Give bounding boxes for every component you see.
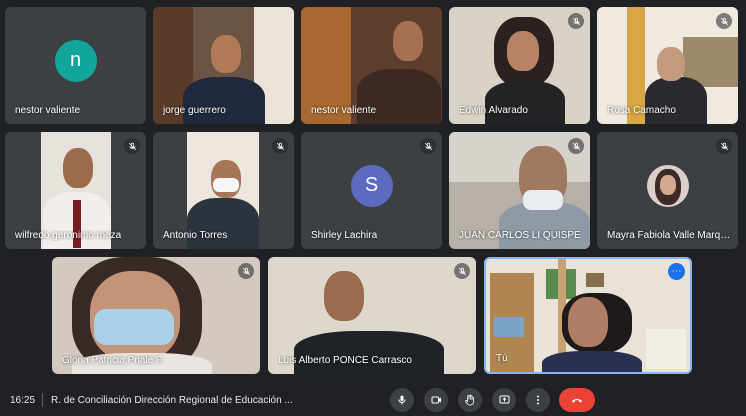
mic-off-icon [454,263,470,279]
participant-name: nestor valiente [311,105,377,116]
participant-name: Mayra Fabiola Valle Marqu... [607,230,734,241]
separator [42,393,43,407]
participant-name: Rosa Camacho [607,105,676,116]
self-view-tile[interactable]: ⋯ Tú [484,257,692,374]
microphone-button[interactable] [390,388,414,412]
present-button[interactable] [492,388,516,412]
participant-tile[interactable]: Antonio Torres [153,132,294,249]
raise-hand-button[interactable] [458,388,482,412]
participant-tile[interactable]: S Shirley Lachira [301,132,442,249]
meeting-title: R. de Conciliación Dirección Regional de… [51,395,293,406]
participant-name: wilfredo geronimo meza [15,230,122,241]
participant-tile[interactable]: Gloria Patricia Prialé F. [52,257,260,374]
more-options-button[interactable] [526,388,550,412]
microphone-icon [398,395,406,405]
participant-tile[interactable]: nestor valiente [301,7,442,124]
mic-off-icon [272,138,288,154]
participant-tile[interactable]: Rosa Camacho [597,7,738,124]
camera-button[interactable] [424,388,448,412]
participant-tile[interactable]: Edwin Alvarado [449,7,590,124]
meeting-toolbar: 16:25 R. de Conciliación Dirección Regio… [0,384,746,416]
participant-tile[interactable]: jorge guerrero [153,7,294,124]
participant-name: Gloria Patricia Prialé F. [62,355,164,366]
more-options-icon[interactable]: ⋯ [668,263,685,280]
end-call-button[interactable] [559,388,595,412]
participant-name: Shirley Lachira [311,230,378,241]
meeting-time: 16:25 [10,395,36,406]
participant-tile[interactable]: n nestor valiente [5,7,146,124]
avatar: S [350,164,393,207]
mic-off-icon [568,138,584,154]
participant-name: Luis Alberto PONCE Carrasco [278,355,412,366]
participant-name: nestor valiente [15,105,81,116]
camera-icon [431,396,441,404]
participant-tile[interactable]: Luis Alberto PONCE Carrasco [268,257,476,374]
mic-off-icon [238,263,254,279]
participant-name: JUAN CARLOS LI QUISPE [459,230,581,241]
participant-tile[interactable]: JUAN CARLOS LI QUISPE [449,132,590,249]
mic-off-icon [124,138,140,154]
participant-tile[interactable]: wilfredo geronimo meza [5,132,146,249]
avatar: n [54,39,97,82]
mic-off-icon [568,13,584,29]
participant-tile[interactable]: Mayra Fabiola Valle Marqu... [597,132,738,249]
more-options-icon [537,395,539,405]
present-icon [499,395,509,404]
participant-name: Antonio Torres [163,230,228,241]
mic-off-icon [420,138,436,154]
participant-name: Tú [496,353,508,364]
avatar [646,164,689,207]
mic-off-icon [716,138,732,154]
mic-off-icon [716,13,732,29]
participant-name: jorge guerrero [163,105,226,116]
raise-hand-icon [465,394,474,406]
video-feed [486,259,690,372]
end-call-icon [572,399,582,403]
participant-name: Edwin Alvarado [459,105,528,116]
